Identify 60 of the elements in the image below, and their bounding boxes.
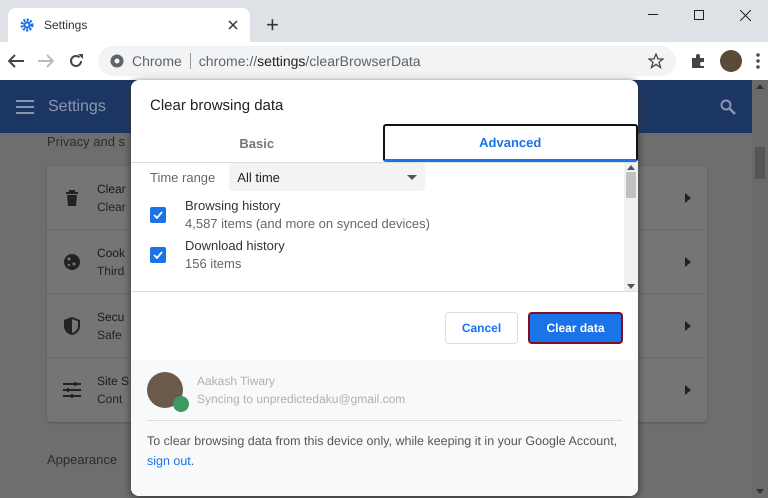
- tab-title: Settings: [44, 18, 88, 32]
- menu-icon[interactable]: [756, 53, 760, 69]
- row-subtitle: Safe: [97, 328, 122, 342]
- checkmark-icon: [153, 210, 163, 218]
- maximize-icon[interactable]: [694, 10, 704, 20]
- row-subtitle: Clear: [97, 200, 126, 214]
- trash-icon: [65, 190, 79, 206]
- row-subtitle: Cont: [97, 392, 122, 406]
- item-detail: 4,587 items (and more on synced devices): [185, 216, 430, 231]
- star-icon[interactable]: [648, 53, 664, 69]
- cookie-icon: [63, 252, 81, 270]
- checkmark-icon: [153, 250, 163, 258]
- profile-avatar[interactable]: [720, 50, 742, 72]
- sync-badge: [173, 396, 189, 412]
- item-title: Browsing history: [185, 198, 282, 213]
- puzzle-icon[interactable]: [690, 53, 706, 69]
- sign-out-link[interactable]: sign out: [147, 454, 191, 468]
- cancel-button[interactable]: Cancel: [445, 312, 518, 344]
- minimize-icon[interactable]: [648, 14, 658, 16]
- new-tab-button[interactable]: +: [266, 12, 279, 38]
- search-icon[interactable]: [720, 98, 736, 114]
- scroll-up-icon[interactable]: [627, 165, 635, 170]
- menu-icon[interactable]: [16, 100, 34, 114]
- sliders-icon: [63, 382, 81, 398]
- chevron-icon[interactable]: [685, 385, 691, 395]
- sign-out-note: To clear browsing data from this device only, while keeping it in your Google Account, sign out.: [147, 433, 618, 470]
- reload-icon[interactable]: [68, 53, 84, 69]
- time-range-label: Time range: [150, 170, 216, 184]
- chevron-icon[interactable]: [685, 320, 691, 330]
- close-icon[interactable]: [228, 20, 238, 30]
- back-arrow-icon[interactable]: [8, 54, 24, 68]
- checkbox[interactable]: [150, 206, 166, 222]
- scroll-down-icon[interactable]: [627, 284, 635, 289]
- close-icon[interactable]: [740, 10, 750, 20]
- item-detail: 156 items: [185, 256, 242, 271]
- section-title: Privacy and s: [47, 133, 126, 151]
- browser-tab[interactable]: Settings: [8, 8, 250, 42]
- address-bar[interactable]: Chrome chrome://settings/clearBrowserData: [98, 46, 676, 76]
- section-title: Appearance: [47, 452, 118, 467]
- time-range-dropdown[interactable]: All time: [229, 163, 426, 191]
- row-title: Cook: [97, 246, 126, 260]
- caret-icon: [407, 174, 418, 180]
- row-subtitle: Third: [97, 264, 124, 278]
- account-email: Syncing to unpredictedaku@gmail.com: [197, 392, 406, 406]
- dialog-tab[interactable]: Advanced: [382, 124, 638, 162]
- clear-data-button[interactable]: Clear data: [528, 312, 623, 344]
- checkbox[interactable]: [150, 246, 166, 262]
- item-title: Download history: [185, 238, 285, 253]
- row-title: Site S: [97, 374, 130, 388]
- settings-title: Settings: [48, 98, 106, 116]
- chevron-icon[interactable]: [685, 256, 691, 266]
- chevron-icon[interactable]: [685, 192, 691, 202]
- row-title: Secu: [97, 310, 124, 324]
- scrollbar-thumb[interactable]: [626, 172, 636, 198]
- gear-icon: [20, 18, 34, 32]
- row-title: Clear: [97, 182, 126, 196]
- shield-icon: [64, 316, 80, 334]
- chrome-logo-icon: [110, 54, 124, 68]
- account-name: Aakash Tiwary: [197, 374, 276, 388]
- dialog-title: Clear browsing data: [149, 96, 284, 116]
